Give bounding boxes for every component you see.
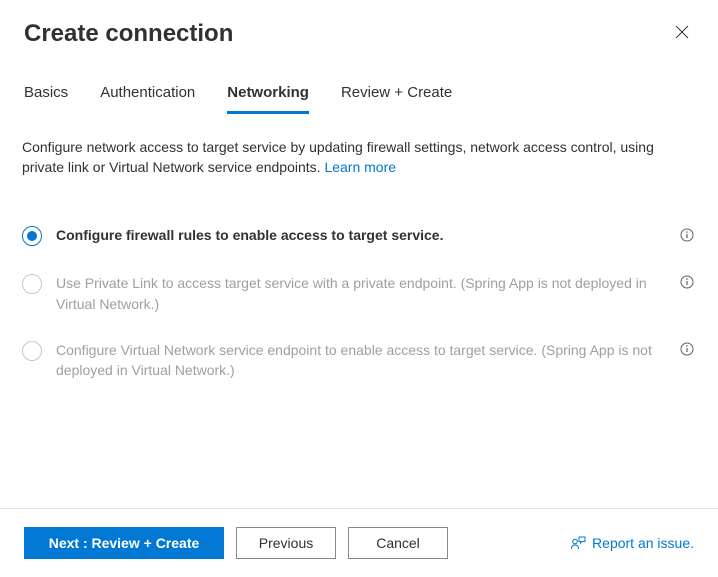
- option-firewall-label: Configure firewall rules to enable acces…: [56, 225, 672, 245]
- report-issue-label: Report an issue.: [592, 535, 694, 551]
- cancel-button[interactable]: Cancel: [348, 527, 448, 559]
- footer: Next : Review + Create Previous Cancel R…: [0, 508, 718, 577]
- option-firewall[interactable]: Configure firewall rules to enable acces…: [22, 217, 694, 265]
- tab-review-create[interactable]: Review + Create: [341, 84, 452, 114]
- person-feedback-icon: [570, 535, 586, 551]
- report-issue-link[interactable]: Report an issue.: [570, 535, 694, 551]
- option-vnet-endpoint-label: Configure Virtual Network service endpoi…: [56, 340, 666, 381]
- info-icon[interactable]: [680, 342, 694, 359]
- radio-private-link: [22, 274, 42, 294]
- tab-bar: Basics Authentication Networking Review …: [0, 48, 718, 114]
- close-icon: [674, 24, 690, 40]
- learn-more-link[interactable]: Learn more: [324, 159, 396, 175]
- option-private-link-label: Use Private Link to access target servic…: [56, 273, 666, 314]
- page-title: Create connection: [24, 20, 233, 48]
- info-icon[interactable]: [680, 275, 694, 292]
- tab-networking[interactable]: Networking: [227, 84, 309, 114]
- radio-vnet-endpoint: [22, 341, 42, 361]
- radio-firewall[interactable]: [22, 226, 42, 246]
- option-vnet-endpoint: Configure Virtual Network service endpoi…: [22, 332, 694, 399]
- previous-button[interactable]: Previous: [236, 527, 336, 559]
- tab-basics[interactable]: Basics: [24, 84, 68, 114]
- networking-options: Configure firewall rules to enable acces…: [22, 217, 694, 398]
- close-button[interactable]: [670, 20, 694, 47]
- option-private-link: Use Private Link to access target servic…: [22, 265, 694, 332]
- info-icon[interactable]: [680, 227, 694, 247]
- description-text: Configure network access to target servi…: [22, 138, 694, 177]
- next-button[interactable]: Next : Review + Create: [24, 527, 224, 559]
- tab-authentication[interactable]: Authentication: [100, 84, 195, 114]
